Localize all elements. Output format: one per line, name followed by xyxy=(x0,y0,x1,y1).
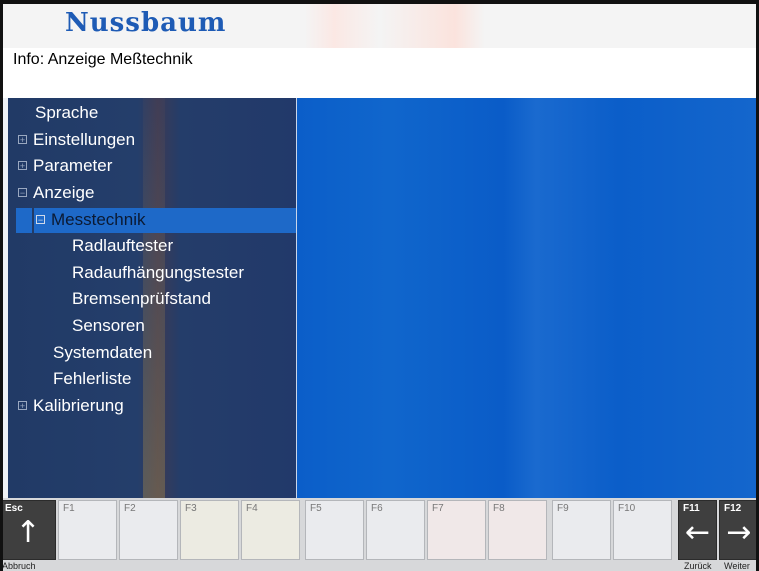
arrow-up-icon: ↑ xyxy=(15,515,41,550)
selection-marker xyxy=(16,208,32,233)
tree-item-kalibrierung[interactable]: + Kalibrierung xyxy=(18,393,124,419)
tree-item-radlauftester[interactable]: Radlauftester xyxy=(72,233,173,259)
f6-key[interactable]: F6 xyxy=(366,500,425,560)
f8-key[interactable]: F8 xyxy=(488,500,547,560)
content-pane xyxy=(297,98,756,498)
f12-key[interactable]: F12 → xyxy=(719,500,759,560)
info-bar: Info: Anzeige Meßtechnik xyxy=(3,48,756,98)
arrow-left-icon: ← xyxy=(684,515,711,550)
esc-key[interactable]: Esc ↑ xyxy=(0,500,56,560)
app-header: Nussbaum xyxy=(3,4,756,48)
tree-item-parameter[interactable]: + Parameter xyxy=(18,153,112,179)
tree-item-bremsenpruefstand[interactable]: Bremsenprüfstand xyxy=(72,286,211,312)
arrow-right-icon: → xyxy=(726,515,752,550)
expand-icon[interactable]: + xyxy=(18,161,27,171)
f5-key[interactable]: F5 xyxy=(305,500,364,560)
tree-item-sprache[interactable]: Sprache xyxy=(35,100,98,126)
tree-item-systemdaten[interactable]: Systemdaten xyxy=(53,340,152,366)
esc-caption: Abbruch xyxy=(2,561,36,571)
f3-key[interactable]: F3 xyxy=(180,500,239,560)
f2-key[interactable]: F2 xyxy=(119,500,178,560)
tree-item-sensoren[interactable]: Sensoren xyxy=(72,313,145,339)
tree-item-messtechnik[interactable]: − Messtechnik xyxy=(36,207,145,233)
collapse-icon[interactable]: − xyxy=(18,188,27,198)
tree-item-fehlerliste[interactable]: Fehlerliste xyxy=(53,366,131,392)
f7-key[interactable]: F7 xyxy=(427,500,486,560)
collapse-icon[interactable]: − xyxy=(36,215,45,225)
f9-key[interactable]: F9 xyxy=(552,500,611,560)
f10-key[interactable]: F10 xyxy=(613,500,672,560)
f11-key[interactable]: F11 ← xyxy=(678,500,717,560)
f11-caption: Zurück xyxy=(684,561,712,571)
info-text: Info: Anzeige Meßtechnik xyxy=(13,51,193,68)
expand-icon[interactable]: + xyxy=(18,135,27,145)
expand-icon[interactable]: + xyxy=(18,401,27,411)
tree-item-einstellungen[interactable]: + Einstellungen xyxy=(18,127,135,153)
f12-caption: Weiter xyxy=(724,561,750,571)
tree-item-anzeige[interactable]: − Anzeige xyxy=(18,180,94,206)
nussbaum-logo: Nussbaum xyxy=(65,8,227,38)
tree-item-radaufhaengungstester[interactable]: Radaufhängungstester xyxy=(72,260,244,286)
f4-key[interactable]: F4 xyxy=(241,500,300,560)
f1-key[interactable]: F1 xyxy=(58,500,117,560)
